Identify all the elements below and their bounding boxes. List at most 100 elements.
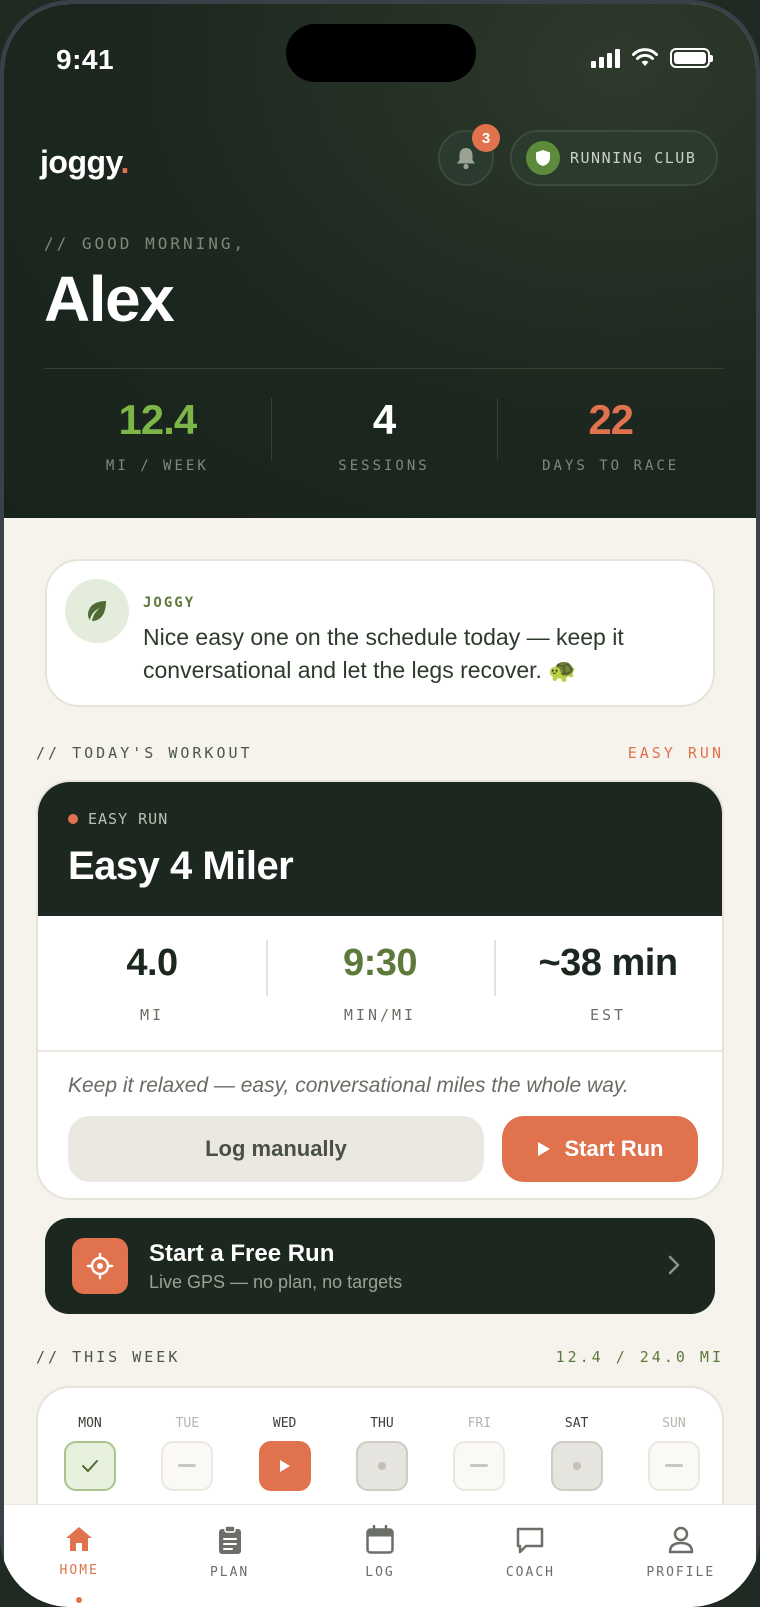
workout-stat-pace: 9:30 MIN/MI	[266, 916, 494, 1050]
rest-dash-icon	[453, 1441, 506, 1491]
start-run-button[interactable]: Start Run	[502, 1116, 698, 1182]
workout-card-header: EASY RUN Easy 4 Miler	[38, 782, 722, 916]
stat-miles-week: 12.4 MI / WEEK	[44, 396, 271, 486]
day-tue[interactable]: TUE	[159, 1416, 215, 1491]
workout-note: Keep it relaxed — easy, conversational m…	[68, 1074, 629, 1097]
stat-value: 12.4	[118, 396, 197, 443]
calendar-icon	[366, 1525, 394, 1554]
todays-workout-card: EASY RUN Easy 4 Miler 4.0 MI 9:30 MIN/MI…	[36, 780, 724, 1200]
day-label: WED	[272, 1416, 297, 1431]
day-fri[interactable]: FRI	[451, 1416, 507, 1491]
battery-icon	[670, 48, 713, 68]
day-sun[interactable]: SUN	[646, 1416, 702, 1491]
chat-icon	[517, 1527, 544, 1554]
tab-label: COACH	[505, 1565, 555, 1580]
this-week-heading: // THIS WEEK	[36, 1348, 181, 1366]
stat-label: MI / WEEK	[105, 458, 209, 474]
tab-home[interactable]: HOME	[4, 1505, 154, 1607]
rest-dash-icon	[647, 1441, 700, 1491]
free-run-button[interactable]: Start a Free Run Live GPS — no plan, no …	[45, 1218, 715, 1314]
workout-stat-distance: 4.0 MI	[38, 916, 266, 1050]
stat-label: SESSIONS	[338, 458, 430, 474]
workout-tag-label: EASY RUN	[88, 810, 169, 828]
free-run-title: Start a Free Run	[149, 1240, 335, 1267]
status-icons	[591, 48, 713, 68]
workout-stats: 4.0 MI 9:30 MIN/MI ~38 min EST	[38, 916, 722, 1052]
tab-label: LOG	[365, 1565, 395, 1580]
hero-stats: 12.4 MI / WEEK 4 SESSIONS 22 DAYS TO RAC…	[44, 396, 724, 486]
chevron-right-icon	[668, 1255, 680, 1275]
workout-stat-duration: ~38 min EST	[494, 916, 722, 1050]
stat-value: 9:30	[342, 942, 418, 984]
notification-badge: 3	[472, 124, 500, 152]
stat-value: 22	[588, 396, 634, 443]
wifi-icon	[632, 48, 658, 66]
coach-name: JOGGY	[143, 595, 196, 611]
tab-coach[interactable]: COACH	[455, 1505, 605, 1607]
stat-label: EST	[589, 1006, 627, 1024]
tab-log[interactable]: LOG	[305, 1505, 455, 1607]
running-club-button[interactable]: RUNNING CLUB	[510, 130, 718, 186]
stat-sessions: 4 SESSIONS	[270, 396, 498, 486]
log-manually-button[interactable]: Log manually	[68, 1116, 484, 1182]
stat-value: ~38 min	[538, 942, 678, 984]
tab-label: PROFILE	[646, 1565, 716, 1580]
tab-profile[interactable]: PROFILE	[606, 1505, 756, 1607]
home-icon	[66, 1527, 93, 1551]
workout-type-tag: EASY RUN	[627, 744, 724, 762]
shield-icon	[526, 141, 560, 175]
free-run-subtitle: Live GPS — no plan, no targets	[149, 1272, 403, 1292]
cellular-signal-icon	[591, 48, 620, 68]
bottom-tab-bar: HOME PLAN LOG COACH PROFILE	[4, 1504, 756, 1607]
day-label: THU	[370, 1416, 394, 1431]
day-wed[interactable]: WED	[257, 1416, 313, 1491]
status-time: 9:41	[56, 44, 115, 75]
start-run-label: Start Run	[564, 1136, 664, 1161]
check-icon	[64, 1441, 116, 1491]
greeting-text: // GOOD MORNING,	[44, 234, 247, 253]
day-label: SAT	[564, 1416, 589, 1431]
day-sat[interactable]: SAT	[549, 1416, 605, 1491]
stat-value: 4.0	[126, 942, 178, 984]
stat-label: DAYS TO RACE	[542, 458, 680, 474]
planned-dot-icon	[355, 1441, 408, 1491]
rest-dash-icon	[161, 1441, 214, 1491]
day-mon[interactable]: MON	[62, 1416, 118, 1491]
coach-message-text: Nice easy one on the schedule today — ke…	[143, 624, 624, 683]
bell-icon	[457, 148, 475, 170]
day-label: MON	[78, 1416, 102, 1431]
app-screen: 9:41 joggy. 3 RUNNING CLUB // GOOD MORNI…	[4, 4, 756, 1607]
stat-value: 4	[372, 396, 396, 443]
leaf-icon	[65, 579, 129, 643]
stat-label: MI	[139, 1006, 165, 1024]
clipboard-icon	[218, 1525, 241, 1554]
tab-label: PLAN	[209, 1565, 250, 1580]
status-dot	[68, 814, 78, 824]
play-icon	[537, 1142, 550, 1156]
coach-message-card[interactable]: JOGGY Nice easy one on the schedule toda…	[45, 559, 715, 707]
stat-days-to-race: 22 DAYS TO RACE	[497, 396, 724, 486]
hero-divider	[44, 368, 724, 369]
crosshair-icon	[72, 1238, 128, 1294]
workout-title: Easy 4 Miler	[68, 844, 294, 888]
day-label: TUE	[175, 1416, 200, 1431]
person-icon	[668, 1526, 694, 1554]
active-indicator	[76, 1597, 83, 1603]
user-name: Alex	[44, 263, 175, 335]
play-icon	[258, 1441, 311, 1491]
tab-label: HOME	[59, 1563, 99, 1578]
stat-label: MIN/MI	[343, 1006, 417, 1024]
planned-dot-icon	[550, 1441, 603, 1491]
todays-workout-heading: // TODAY'S WORKOUT	[36, 744, 253, 762]
dynamic-island	[286, 24, 476, 82]
app-logo: joggy.	[40, 144, 129, 180]
day-label: FRI	[467, 1416, 492, 1431]
day-label: SUN	[662, 1416, 686, 1431]
weekly-mileage-progress: 12.4 / 24.0 MI	[555, 1348, 724, 1366]
day-thu[interactable]: THU	[354, 1416, 410, 1491]
hero-header: 9:41 joggy. 3 RUNNING CLUB // GOOD MORNI…	[4, 4, 756, 518]
tab-plan[interactable]: PLAN	[154, 1505, 304, 1607]
week-days: MON TUE WED THU FRI SAT SUN	[62, 1416, 702, 1491]
workout-tag: EASY RUN	[68, 810, 168, 828]
phone-frame: 9:41 joggy. 3 RUNNING CLUB // GOOD MORNI…	[0, 0, 760, 1607]
